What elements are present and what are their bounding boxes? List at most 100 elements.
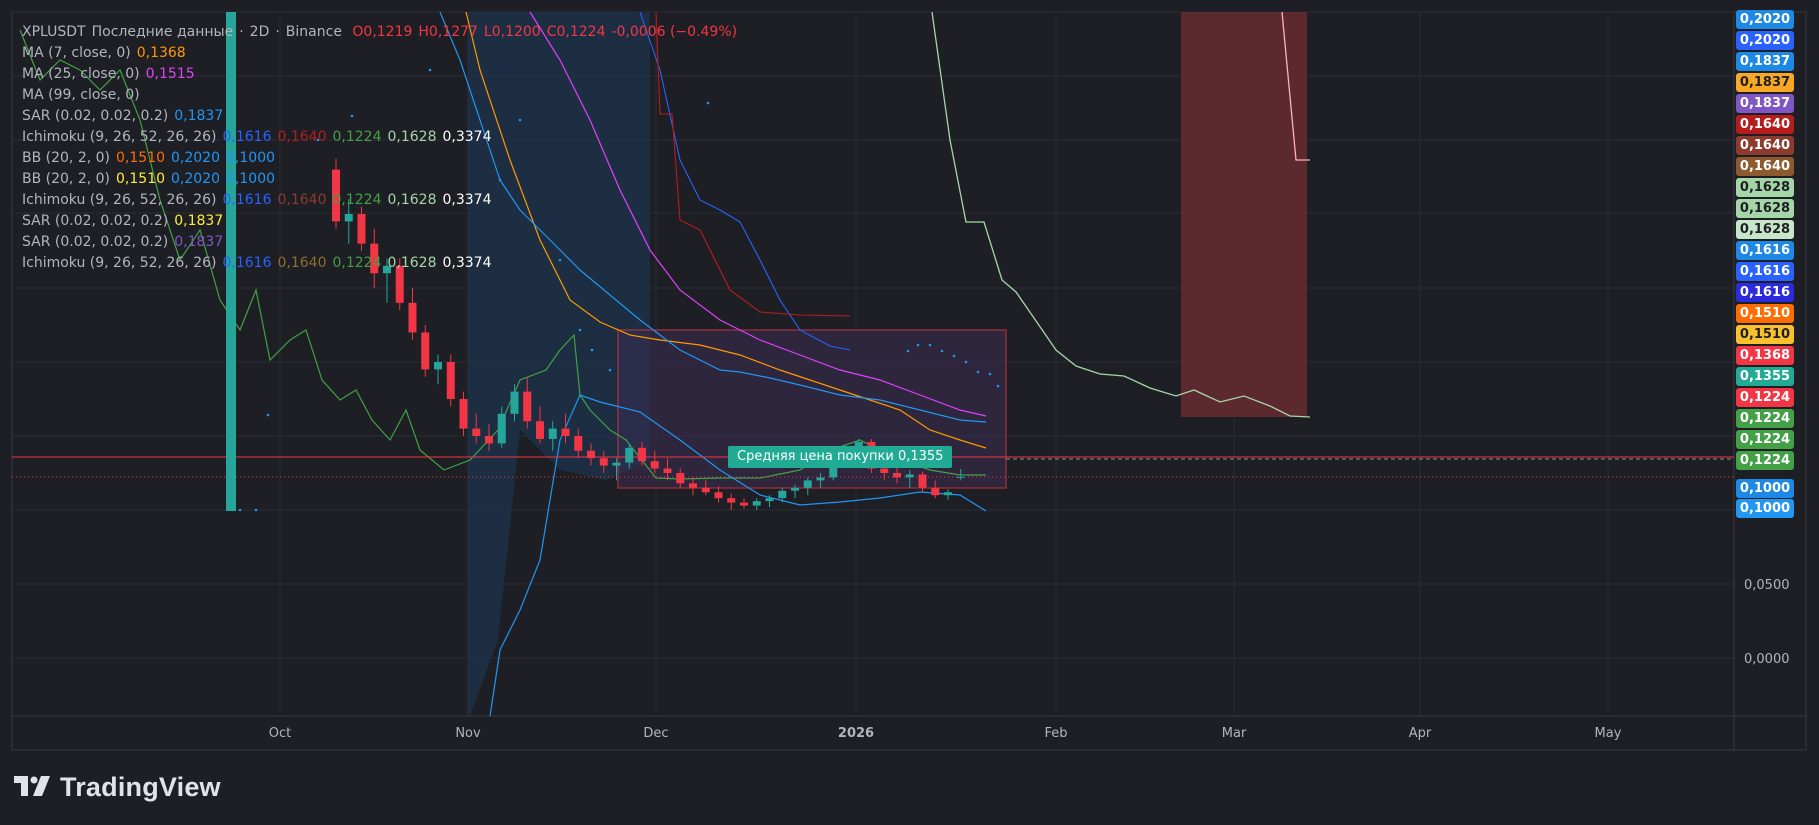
candle-body[interactable] (472, 428, 481, 436)
indicator-name: BB (20, 2, 0) (22, 150, 111, 166)
indicator-value: 0,1616 (222, 255, 272, 271)
candle-body[interactable] (701, 487, 710, 493)
candle-body[interactable] (918, 474, 927, 488)
indicator-row[interactable]: Ichimoku (9, 26, 52, 26, 26) 0,1616 0,1640… (22, 190, 743, 211)
candle-body[interactable] (574, 436, 583, 451)
candle-body[interactable] (612, 462, 621, 466)
sar-dot (996, 384, 1000, 388)
candle-body[interactable] (599, 458, 608, 466)
candle-body[interactable] (625, 447, 634, 463)
sar-dot (940, 349, 944, 353)
price-tag: 0,1368 (1736, 346, 1794, 365)
candle-body[interactable] (765, 498, 774, 502)
price-tick-label: 0,0500 (1744, 578, 1790, 593)
indicator-value: 0,1837 (174, 108, 224, 124)
indicator-row[interactable]: SAR (0.02, 0.02, 0.2) 0,1837 (22, 211, 743, 232)
price-tag: 0,1628 (1736, 178, 1794, 197)
candle-body[interactable] (893, 473, 901, 478)
candle-body[interactable] (714, 492, 723, 499)
indicator-value: 0,1640 (277, 192, 327, 208)
candle-body[interactable] (485, 436, 493, 444)
candle-body[interactable] (803, 480, 812, 488)
price-tag: 0,1628 (1736, 199, 1794, 218)
candle-body[interactable] (944, 492, 952, 496)
candle-body[interactable] (536, 421, 544, 439)
change-value: -0,0006 (−0.49%) (611, 24, 738, 40)
candle-body[interactable] (587, 450, 595, 459)
candle-body[interactable] (421, 332, 430, 370)
price-tag: 0,1510 (1736, 325, 1794, 344)
candle-body[interactable] (740, 502, 748, 506)
candle-body[interactable] (459, 399, 468, 429)
candle-body[interactable] (497, 413, 506, 444)
indicator-value: 0,1640 (277, 255, 327, 271)
candle-body[interactable] (408, 302, 417, 333)
indicator-row[interactable]: MA (99, close, 0) (22, 85, 743, 106)
indicator-value: 0,1628 (387, 129, 437, 145)
sar-dot (906, 349, 910, 353)
candle-body[interactable] (561, 428, 570, 436)
candle-body[interactable] (548, 428, 557, 439)
candle-body[interactable] (434, 362, 442, 370)
candle-body[interactable] (689, 483, 697, 488)
indicator-row[interactable]: BB (20, 2, 0) 0,1510 0,2020 0,1000 (22, 169, 743, 190)
indicator-name: Ichimoku (9, 26, 52, 26, 26) (22, 129, 217, 145)
price-tag: 0,1837 (1736, 94, 1794, 113)
price-tag: 0,1640 (1736, 115, 1794, 134)
candle-body[interactable] (650, 461, 659, 469)
indicator-value: 0,1628 (387, 192, 437, 208)
indicator-value: 0,1515 (145, 66, 195, 82)
indicator-row[interactable]: MA (25, close, 0) 0,1515 (22, 64, 743, 85)
header-row[interactable]: XPLUSDT Последние данные · 2D · Binance O0,12… (22, 22, 743, 43)
indicator-row[interactable]: SAR (0.02, 0.02, 0.2) 0,1837 (22, 106, 743, 127)
candle-body[interactable] (816, 477, 825, 481)
price-tag: 0,1640 (1736, 157, 1794, 176)
candle-body[interactable] (510, 391, 519, 414)
candle-body[interactable] (752, 501, 761, 506)
indicator-value: 0,1510 (116, 171, 166, 187)
close-value: C0,1224 (546, 24, 606, 40)
candle-body[interactable] (676, 473, 685, 484)
time-tick-label: 2026 (838, 726, 874, 741)
candle-body[interactable] (638, 447, 646, 462)
candle-body[interactable] (956, 476, 965, 478)
candle-body[interactable] (905, 474, 914, 478)
candle-body[interactable] (663, 468, 672, 473)
sar-dot (916, 343, 920, 347)
indicator-row[interactable]: Ichimoku (9, 26, 52, 26, 26) 0,1616 0,1640… (22, 253, 743, 274)
indicator-legend: XPLUSDT Последние данные · 2D · Binance O0,12… (22, 22, 743, 274)
price-tag: 0,1628 (1736, 220, 1794, 239)
sar-dot (964, 360, 968, 364)
candle-body[interactable] (523, 391, 532, 422)
candle-body[interactable] (778, 490, 787, 499)
sar-dot (976, 370, 980, 374)
indicator-value: 0,1368 (136, 45, 186, 61)
candle-body[interactable] (727, 498, 736, 503)
sar-dot (608, 368, 612, 372)
high-value: H0,1277 (418, 24, 478, 40)
indicator-row[interactable]: MA (7, close, 0) 0,1368 (22, 43, 743, 64)
symbol-label[interactable]: XPLUSDT (22, 24, 86, 40)
interval-label[interactable]: 2D (250, 24, 270, 40)
low-value: L0,1200 (483, 24, 541, 40)
price-tag: 0,1616 (1736, 241, 1794, 260)
indicator-row[interactable]: BB (20, 2, 0) 0,1510 0,2020 0,1000 (22, 148, 743, 169)
indicator-value: 0,1837 (174, 234, 224, 250)
sar-dot (238, 508, 242, 512)
price-tag: 0,2020 (1736, 31, 1794, 50)
time-axis-labels: Oct Nov Dec 2026 Feb Mar Apr May (269, 726, 1622, 741)
candle-body[interactable] (931, 487, 940, 496)
candle-body[interactable] (791, 487, 799, 491)
time-tick-label: Feb (1044, 726, 1067, 741)
candle-body[interactable] (446, 362, 455, 399)
candle-body[interactable] (880, 468, 889, 473)
price-tag: 0,2020 (1736, 10, 1794, 29)
tradingview-logo[interactable]: TradingView (14, 772, 221, 802)
indicator-row[interactable]: Ichimoku (9, 26, 52, 26, 26) 0,1616 0,1640… (22, 127, 743, 148)
avg-buy-price-label[interactable]: Средняя цена покупки 0,1355 (728, 446, 953, 468)
price-tag: 0,1510 (1736, 304, 1794, 323)
time-tick-label: Apr (1409, 726, 1432, 741)
time-tick-label: Mar (1222, 726, 1247, 741)
indicator-row[interactable]: SAR (0.02, 0.02, 0.2) 0,1837 (22, 232, 743, 253)
price-tag: 0,1224 (1736, 451, 1794, 470)
